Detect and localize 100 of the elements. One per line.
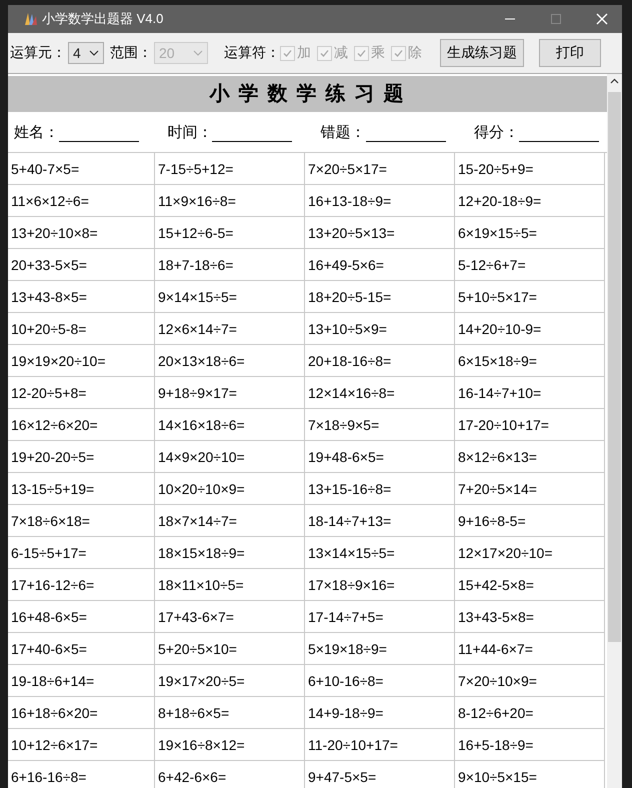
problem-text: 16×12÷6×20= [11, 416, 98, 432]
problem-text: 17×18÷9×16= [308, 576, 395, 592]
problem-text: 7×18÷6×18= [11, 512, 90, 528]
problem-text: 7×20÷5×17= [308, 160, 387, 176]
problem-text: 8+18÷6×5= [158, 704, 230, 720]
problem-text: 9+18÷9×17= [158, 384, 237, 400]
problem-text: 16+48-6×5= [11, 608, 87, 624]
operands-dropdown[interactable]: 4 [68, 42, 104, 64]
problem-text: 18+7-18÷6= [158, 256, 234, 272]
range-label: 范围： [110, 44, 152, 62]
problem-text: 6-15÷5+17= [11, 544, 86, 560]
problem-text: 7+20÷5×14= [458, 480, 537, 496]
check-icon [319, 48, 330, 58]
problem-text: 11-20÷10+17= [308, 736, 398, 752]
problem-text: 12×6×14÷7= [158, 320, 237, 336]
problem-text: 19-18÷6+14= [11, 672, 94, 688]
problem-text: 11×9×16÷8= [158, 192, 236, 208]
problem-text: 18×11×10÷5= [158, 576, 244, 592]
chevron-down-icon [193, 50, 203, 56]
problem-text: 16+5-18÷9= [458, 736, 534, 752]
problem-text: 14+9-18÷9= [308, 704, 384, 720]
problem-text: 6+16-16÷8= [11, 768, 86, 784]
problem-text: 6×19×15÷5= [458, 224, 537, 240]
problem-text: 12×17×20÷10= [458, 544, 552, 560]
problem-text: 5×19×18÷9= [308, 640, 387, 656]
operands-label: 运算元： [10, 44, 66, 62]
problem-text: 20+33-5×5= [11, 256, 87, 272]
generate-button[interactable]: 生成练习题 [440, 39, 524, 67]
field-label: 姓名： [14, 122, 59, 142]
operators-label: 运算符： [224, 44, 280, 62]
window-title: 小学数学出题器 V4.0 [42, 10, 164, 28]
problem-text: 15+42-5×8= [458, 576, 534, 592]
problem-text: 17+16-12÷6= [11, 576, 94, 592]
problem-text: 12+20-18÷9= [458, 192, 542, 208]
problem-text: 19+48-6×5= [308, 448, 384, 464]
problem-text: 17-14÷7+5= [308, 608, 384, 624]
app-icon [22, 11, 38, 27]
check-icon [282, 48, 293, 58]
problem-text: 14×16×18÷6= [158, 416, 245, 432]
problem-text: 6+10-16÷8= [308, 672, 384, 688]
problem-text: 9×14×15÷5= [158, 288, 237, 304]
problem-text: 13+10÷5×9= [308, 320, 387, 336]
problem-text: 17+40-6×5= [11, 640, 87, 656]
problem-text: 7×20÷10×9= [458, 672, 537, 688]
problem-text: 7×18÷9×5= [308, 416, 380, 432]
problem-text: 13-15÷5+19= [11, 480, 94, 496]
problem-text: 15+12÷6-5= [158, 224, 234, 240]
problem-text: 13+20÷5×13= [308, 224, 395, 240]
problem-text: 12-20÷5+8= [11, 384, 86, 400]
print-button[interactable]: 打印 [539, 39, 601, 67]
problem-text: 18×7×14÷7= [158, 512, 237, 528]
problem-text: 5+20÷5×10= [158, 640, 237, 656]
problem-text: 9+16÷8-5= [458, 512, 526, 528]
problem-text: 20+18-16÷8= [308, 352, 392, 368]
problem-text: 11×6×12÷6= [11, 192, 89, 208]
problem-text: 9×10÷5×15= [458, 768, 537, 784]
problem-text: 16-14÷7+10= [458, 384, 542, 400]
check-icon [393, 48, 404, 58]
problem-text: 6×15×18÷9= [458, 352, 537, 368]
problem-text: 10×20÷10×9= [158, 480, 245, 496]
problem-text: 8×12÷6×13= [458, 448, 537, 464]
problem-text: 13+15-16÷8= [308, 480, 392, 496]
field-label: 时间： [167, 122, 212, 142]
field-label: 得分： [474, 122, 519, 142]
chevron-down-icon [89, 50, 99, 56]
problem-text: 5+40-7×5= [11, 160, 80, 176]
problem-text: 8-12÷6+20= [458, 704, 534, 720]
field-label: 错题： [320, 122, 366, 142]
close-icon[interactable] [596, 13, 608, 25]
problem-text: 7-15÷5+12= [158, 160, 234, 176]
problem-text: 11+44-6×7= [458, 640, 533, 656]
problem-text: 20×13×18÷6= [158, 352, 245, 368]
check-icon [356, 48, 367, 58]
problem-text: 6+42-6×6= [158, 768, 226, 784]
problem-text: 17+43-6×7= [158, 608, 234, 624]
problem-text: 19×17×20÷5= [158, 672, 245, 688]
worksheet-title: 小 学 数 学 练 习 题 [8, 76, 607, 112]
problem-text: 14×9×20÷10= [158, 448, 245, 464]
problem-text: 10+12÷6×17= [11, 736, 98, 752]
problem-text: 18-14÷7+13= [308, 512, 392, 528]
problem-text: 16+18÷6×20= [11, 704, 98, 720]
problem-text: 16+13-18÷9= [308, 192, 392, 208]
problem-text: 9+47-5×5= [308, 768, 376, 784]
problem-text: 13+43-8×5= [11, 288, 87, 304]
problem-text: 15-20÷5+9= [458, 160, 534, 176]
problem-text: 16+49-5×6= [308, 256, 384, 272]
problem-text: 13×14×15÷5= [308, 544, 395, 560]
problem-text: 18×15×18÷9= [158, 544, 245, 560]
problem-text: 18+20÷5-15= [308, 288, 392, 304]
problem-text: 10+20÷5-8= [11, 320, 86, 336]
problem-text: 19×19×20÷10= [11, 352, 106, 368]
problem-text: 19+20-20÷5= [11, 448, 94, 464]
problem-text: 12×14×16÷8= [308, 384, 395, 400]
problem-text: 5+10÷5×17= [458, 288, 537, 304]
problem-text: 14+20÷10-9= [458, 320, 542, 336]
scrollbar[interactable] [607, 74, 622, 788]
scroll-thumb[interactable] [608, 92, 621, 642]
problem-text: 17-20÷10+17= [458, 416, 549, 432]
problem-text: 19×16÷8×12= [158, 736, 245, 752]
problem-text: 5-12÷6+7= [458, 256, 526, 272]
